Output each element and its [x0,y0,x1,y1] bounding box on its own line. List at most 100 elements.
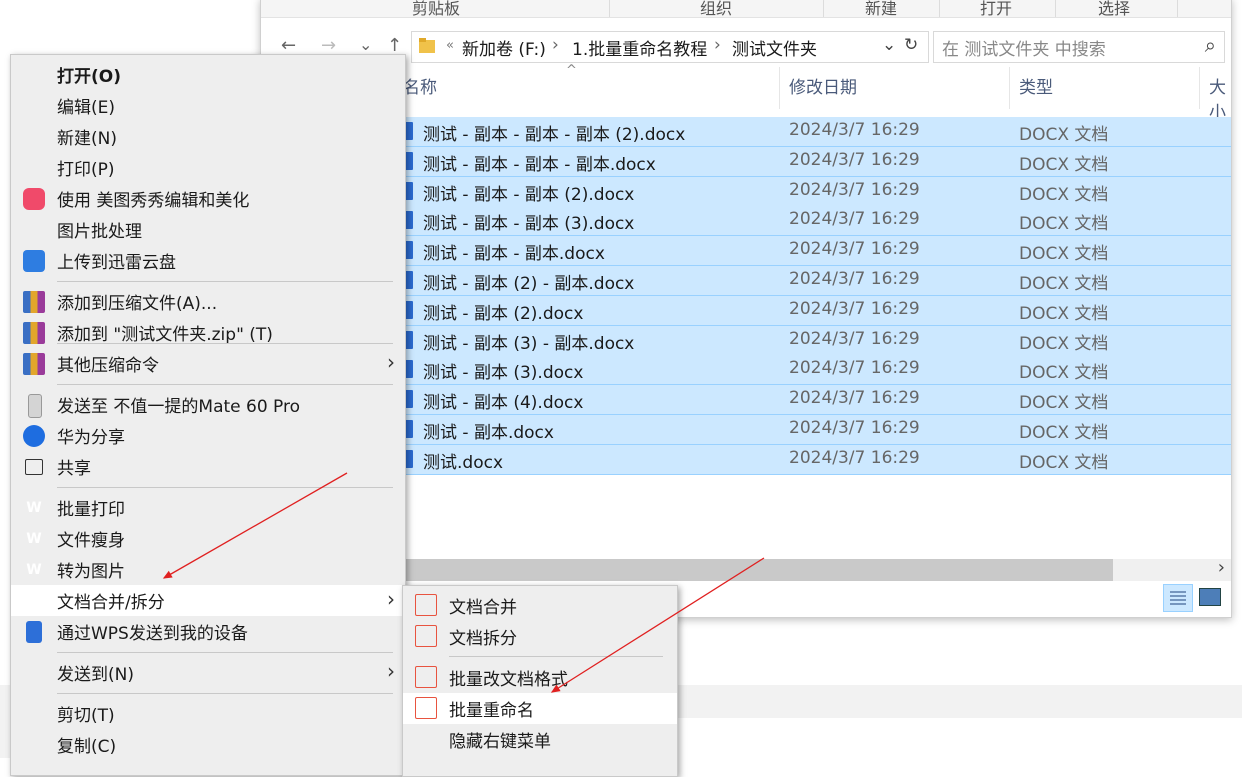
menu-item-cut[interactable]: 剪切(T) [11,698,405,729]
menu-item-label: 添加到 "测试文件夹.zip" (T) [57,325,273,345]
ribbon-group-clipboard: 剪贴板 [411,0,460,18]
menu-item-share[interactable]: 共享 [11,451,405,482]
file-row[interactable]: 测试.docx 2024/3/7 16:29 DOCX 文档 [401,444,1231,475]
menu-item-wps-send-device[interactable]: 通过WPS发送到我的设备 [11,616,405,647]
file-type: DOCX 文档 [1019,125,1109,145]
file-row[interactable]: 测试 - 副本 (3).docx 2024/3/7 16:29 DOCX 文档 [401,355,1231,386]
ribbon-group-new: 新建 [864,0,897,18]
menu-item-label: 转为图片 [57,562,125,582]
convert-format-icon [415,666,437,688]
horizontal-scrollbar-track[interactable]: › [1113,557,1231,581]
breadcrumb-separator[interactable]: › [714,35,721,55]
file-row[interactable]: 测试 - 副本 (4).docx 2024/3/7 16:29 DOCX 文档 [401,385,1231,416]
menu-item-copy[interactable]: 复制(C) [11,729,405,760]
refresh-button[interactable]: ↻ [904,35,918,55]
file-date: 2024/3/7 16:29 [789,358,920,379]
file-row[interactable]: 测试 - 副本 - 副本.docx 2024/3/7 16:29 DOCX 文档 [401,236,1231,267]
document-merge-split-submenu: 文档合并文档拆分批量改文档格式批量重命名 隐藏右键菜单 [402,585,678,777]
menu-item-meitu[interactable]: 使用 美图秀秀编辑和美化 [11,183,405,214]
address-dropdown-button[interactable]: ⌄ [882,35,896,55]
desktop-background-right [676,718,1242,758]
submenu-item-split-doc[interactable]: 文档拆分 [403,621,677,652]
winrar-icon [23,291,45,313]
file-type: DOCX 文档 [1019,423,1109,443]
file-date: 2024/3/7 16:29 [789,209,920,230]
column-header-type[interactable]: 类型 [1019,73,1053,103]
menu-item-add-archive[interactable]: 添加到压缩文件(A)... [11,286,405,317]
huawei-share-icon [23,425,45,447]
scroll-right-button[interactable]: › [1218,557,1225,578]
menu-item-label: 华为分享 [57,428,125,448]
file-type: DOCX 文档 [1019,452,1109,473]
back-button[interactable]: ← [281,35,296,56]
breadcrumb-folder-tutorial[interactable]: 1.批量重命名教程 [572,35,707,60]
file-date: 2024/3/7 16:29 [789,388,920,409]
submenu-item-convert-format[interactable]: 批量改文档格式 [403,662,677,693]
submenu-item-merge-doc[interactable]: 文档合并 [403,590,677,621]
file-name: 测试 - 副本 (4).docx [423,393,584,414]
submenu-item-label: 文档拆分 [449,629,517,649]
menu-item-send-to-mate[interactable]: 发送至 不值一提的Mate 60 Pro [11,389,405,420]
menu-item-other-archive[interactable]: 其他压缩命令 › [11,348,405,379]
breadcrumb-drive[interactable]: 新加卷 (F:) [462,35,546,60]
file-row[interactable]: 测试 - 副本.docx 2024/3/7 16:29 DOCX 文档 [401,415,1231,445]
menu-item-open[interactable]: 打开(O) [11,59,405,90]
file-name: 测试 - 副本 (2).docx [423,303,584,324]
search-icon[interactable]: ⌕ [1205,33,1216,57]
file-row[interactable]: 测试 - 副本 (2) - 副本.docx 2024/3/7 16:29 DOCX … [401,266,1231,296]
menu-item-huawei-share[interactable]: 华为分享 [11,420,405,451]
menu-item-file-slim[interactable]: W 文件瘦身 [11,523,405,554]
submenu-item-label: 批量改文档格式 [449,670,568,690]
menu-item-xunlei-upload[interactable]: 上传到迅雷云盘 [11,245,405,276]
breadcrumb-overflow[interactable]: « [446,38,454,53]
menu-item-new[interactable]: 新建(N) [11,121,405,152]
file-row[interactable]: 测试 - 副本 (3) - 副本.docx 2024/3/7 16:29 DOCX … [401,325,1231,356]
wps-icon: W [26,593,42,609]
column-header-size[interactable]: 大小 [1209,73,1231,123]
up-button[interactable]: ↑ [387,35,402,56]
search-input[interactable]: 在 测试文件夹 中搜索 [942,35,1106,60]
file-type: DOCX 文档 [1019,393,1109,414]
file-row[interactable]: 测试 - 副本 - 副本 - 副本.docx 2024/3/7 16:29 DOCX… [401,146,1231,177]
menu-item-label: 添加到压缩文件(A)... [57,294,218,314]
breadcrumb-folder-test[interactable]: 测试文件夹 [732,35,817,60]
menu-item-label: 新建(N) [57,129,117,149]
forward-button[interactable]: → [321,35,336,56]
menu-item-edit[interactable]: 编辑(E) [11,90,405,121]
column-header-name[interactable]: 名称 [403,73,437,103]
recent-locations-button[interactable]: ⌄ [359,35,372,54]
menu-item-batch-print[interactable]: W 批量打印 [11,492,405,523]
large-icons-view-button[interactable] [1199,588,1221,606]
file-type: DOCX 文档 [1019,214,1109,235]
menu-item-to-image[interactable]: W 转为图片 [11,554,405,585]
file-name: 测试.docx [423,452,504,473]
submenu-item-batch-rename[interactable]: 批量重命名 [403,693,677,724]
submenu-arrow-icon: › [387,350,395,374]
file-type: DOCX 文档 [1019,274,1109,294]
submenu-item-hide-context-menu[interactable]: 隐藏右键菜单 [403,724,677,755]
menu-item-send-to[interactable]: 发送到(N) › [11,657,405,688]
file-type: DOCX 文档 [1019,333,1109,354]
menu-item-doc-merge-split[interactable]: W 文档合并/拆分 › [11,585,405,616]
details-view-button[interactable] [1163,584,1193,612]
menu-item-label: 打印(P) [57,160,115,180]
folder-icon [419,38,435,53]
file-name: 测试 - 副本 (3) - 副本.docx [423,333,635,354]
file-type: DOCX 文档 [1019,184,1109,205]
phone-icon [28,394,42,418]
file-row[interactable]: 测试 - 副本 - 副本 - 副本 (2).docx 2024/3/7 16:29… [401,117,1231,147]
menu-item-print[interactable]: 打印(P) [11,152,405,183]
file-name: 测试 - 副本 - 副本 (3).docx [423,214,635,235]
file-row[interactable]: 测试 - 副本 (2).docx 2024/3/7 16:29 DOCX 文档 [401,295,1231,326]
menu-item-label: 上传到迅雷云盘 [57,253,176,273]
search-box[interactable]: 在 测试文件夹 中搜索 ⌕ [933,31,1225,63]
rename-icon [415,697,437,719]
breadcrumb-separator[interactable]: › [552,35,559,55]
file-type: DOCX 文档 [1019,154,1109,175]
address-bar[interactable]: « 新加卷 (F:) › 1.批量重命名教程 › 测试文件夹 ⌄ ↻ [411,31,929,63]
menu-item-batch-image[interactable]: 图片批处理 [11,214,405,245]
column-header-date[interactable]: 修改日期 [789,73,857,103]
file-row[interactable]: 测试 - 副本 - 副本 (3).docx 2024/3/7 16:29 DOCX … [401,206,1231,237]
file-row[interactable]: 测试 - 副本 - 副本 (2).docx 2024/3/7 16:29 DOCX … [401,176,1231,207]
split-doc-icon [415,625,437,647]
